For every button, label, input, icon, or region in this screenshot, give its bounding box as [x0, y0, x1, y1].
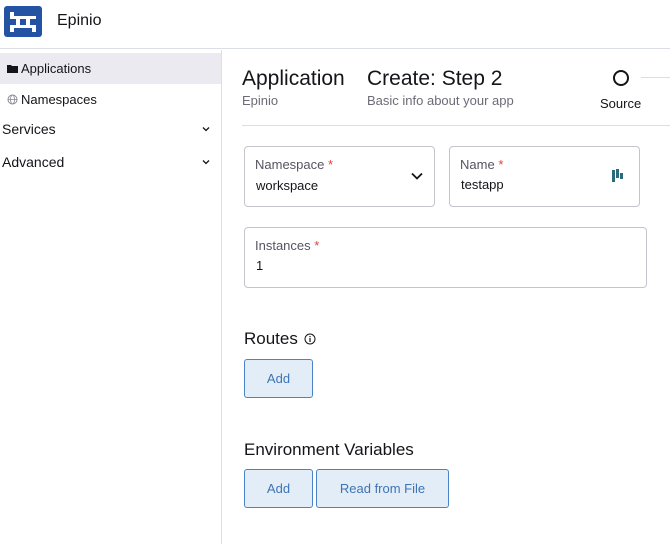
top-header: Epinio — [0, 0, 670, 49]
step-subtitle: Basic info about your app — [367, 93, 514, 108]
step-label-source: Source — [600, 96, 642, 111]
info-icon[interactable] — [304, 333, 316, 345]
sidebar-item-applications[interactable]: Applications — [0, 53, 221, 84]
sidebar-item-label: Namespaces — [21, 92, 97, 107]
read-from-file-button[interactable]: Read from File — [316, 469, 449, 508]
namespace-label-text: Namespace — [255, 157, 325, 172]
name-label: Name * — [460, 157, 503, 172]
sidebar-item-label: Applications — [21, 61, 92, 76]
brand-name: Epinio — [57, 12, 102, 29]
epinio-logo-icon[interactable] — [4, 6, 42, 37]
main-content: Application Epinio Create: Step 2 Basic … — [222, 50, 670, 544]
sidebar-group-label: Advanced — [2, 154, 65, 170]
add-env-var-button[interactable]: Add — [244, 469, 313, 508]
sidebar-group-advanced[interactable]: Advanced — [0, 146, 221, 178]
namespace-value: workspace — [256, 178, 319, 193]
instances-field[interactable]: Instances * 1 — [244, 227, 647, 288]
page-title: Application — [242, 67, 345, 90]
folder-icon — [7, 65, 18, 73]
instances-value: 1 — [256, 258, 264, 273]
chevron-down-icon[interactable] — [410, 171, 424, 181]
sidebar-item-namespaces[interactable]: Namespaces — [0, 84, 221, 115]
chevron-down-icon — [202, 127, 210, 132]
step-indicator-source[interactable] — [613, 70, 629, 86]
required-mark: * — [314, 238, 320, 253]
sidebar: Applications Namespaces Services Advance… — [0, 50, 222, 544]
page-subtitle: Epinio — [242, 93, 279, 108]
required-mark: * — [498, 157, 504, 172]
globe-icon — [7, 94, 18, 105]
chevron-down-icon — [202, 160, 210, 165]
sidebar-group-services[interactable]: Services — [0, 113, 221, 145]
header-divider — [242, 125, 670, 126]
instances-label-text: Instances — [255, 238, 311, 253]
name-field[interactable]: Name * testapp — [449, 146, 640, 207]
sidebar-group-label: Services — [2, 121, 56, 137]
routes-title: Routes — [244, 329, 298, 348]
env-vars-title: Environment Variables — [244, 440, 414, 459]
namespace-select[interactable]: Namespace * workspace — [244, 146, 435, 207]
password-manager-icon[interactable] — [612, 169, 624, 183]
required-mark: * — [328, 157, 334, 172]
name-value: testapp — [461, 177, 504, 192]
name-label-text: Name — [460, 157, 495, 172]
instances-label: Instances * — [255, 238, 319, 253]
add-route-button[interactable]: Add — [244, 359, 313, 398]
step-title: Create: Step 2 — [367, 67, 503, 90]
step-connector — [641, 77, 670, 78]
namespace-label: Namespace * — [255, 157, 333, 172]
